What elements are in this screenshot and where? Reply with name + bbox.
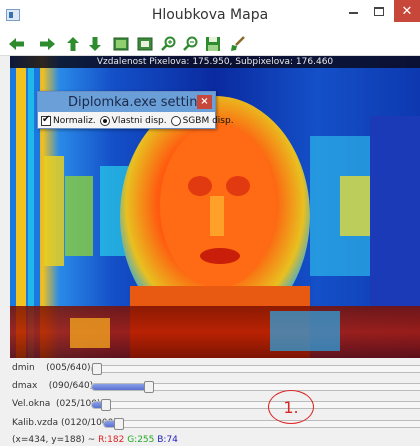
distance-info: Vzdalenost Pixelova: 175.950, Subpixelov… [10,56,420,68]
normaliz-checkbox[interactable] [41,114,51,126]
title-bar: Hloubkova Mapa ✕ [0,0,420,32]
toolbar [0,32,420,56]
pixel-b-value: B:74 [157,435,178,445]
slider-track[interactable] [91,399,420,411]
normaliz-label: Normaliz. [53,115,96,126]
vlastni-disp-label: Vlastni disp. [111,115,167,126]
settings-close-button[interactable]: × [197,95,212,109]
settings-dialog: Diplomka.exe settings × Normaliz. Vlastn… [37,91,234,129]
annotation-marker: 1. [268,390,314,424]
close-icon: ✕ [401,3,413,19]
sgbm-disp-radio[interactable] [170,115,181,126]
slider-dmin: dmin (005/640) [0,362,420,376]
arrow-down-icon[interactable] [86,36,104,52]
minimize-button[interactable] [340,0,366,22]
slider-label: dmax (090/640) [12,381,94,391]
app-window: Hloubkova Mapa ✕ Vzdalenost Pixelova: 17… [0,0,420,446]
settings-dialog-titlebar[interactable]: Diplomka.exe settings × [38,92,215,112]
image-alt-icon[interactable] [136,36,154,52]
vlastni-disp-radio[interactable] [99,115,110,126]
cursor-coords: (x=434, y=188) ~ [12,435,96,445]
slider-label: dmin (005/640) [12,363,91,373]
slider-track[interactable] [103,418,420,430]
brush-icon[interactable] [228,36,246,52]
minimize-icon [348,12,358,14]
slider-vel-okna: Vel.okna (025/100) [0,398,420,412]
slider-dmax: dmax (090/640) [0,380,420,394]
sgbm-disp-label: SGBM disp. [182,115,234,126]
zoom-in-icon[interactable] [160,36,178,52]
slider-label: Kalib.vzda (0120/1000) [12,418,117,428]
maximize-icon [374,6,384,16]
slider-thumb[interactable] [101,399,111,411]
status-bar: (x=434, y=188) ~ R:182 G:255 B:74 [12,435,178,445]
slider-thumb[interactable] [144,381,154,393]
slider-track[interactable] [91,381,420,393]
image-icon[interactable] [112,36,130,52]
arrow-left-icon[interactable] [8,36,26,52]
settings-dialog-title: Diplomka.exe settings [68,95,213,110]
save-icon[interactable] [204,36,222,52]
slider-thumb[interactable] [92,363,102,375]
slider-thumb[interactable] [114,418,124,430]
close-button[interactable]: ✕ [394,0,420,22]
slider-track[interactable] [91,363,420,375]
pixel-r-value: R:182 [98,435,125,445]
zoom-out-icon[interactable] [182,36,200,52]
slider-fill [92,384,149,390]
pixel-g-value: G:255 [127,435,155,445]
arrow-right-icon[interactable] [38,36,56,52]
slider-label: Vel.okna (025/100) [12,399,101,409]
arrow-up-icon[interactable] [64,36,82,52]
settings-options: Normaliz. Vlastni disp. SGBM disp. [41,113,234,128]
slider-kalib-vzda: Kalib.vzda (0120/1000) [0,417,420,431]
maximize-button[interactable] [368,0,390,22]
